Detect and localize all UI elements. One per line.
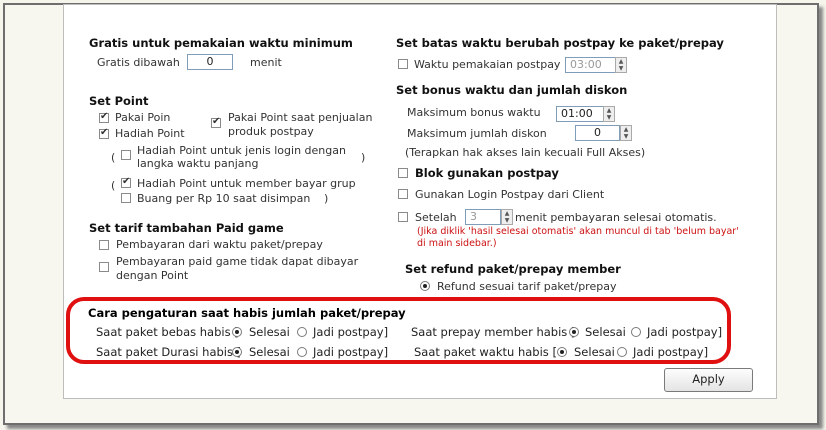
- after-minutes-input[interactable]: 3: [465, 209, 501, 225]
- postpay-usage-input[interactable]: 03:00: [565, 57, 616, 73]
- login-postpay-client-label: Gunakan Login Postpay dari Client: [415, 188, 605, 201]
- max-bonus-label: Maksimum bonus waktu: [407, 106, 541, 119]
- free-below-label: Gratis dibawah: [97, 56, 180, 69]
- paid-game-opt1-checkbox[interactable]: [99, 240, 109, 250]
- postpay-usage-spinner[interactable]: ▲ ▼: [615, 57, 627, 73]
- discard-point-label: Buang per Rp 10 saat disimpan: [137, 192, 311, 205]
- row-duration-done-label: Selesai: [249, 345, 290, 359]
- paid-game-opt2-label: Pembayaran paid game tidak dapat dibayar…: [116, 255, 359, 282]
- red-note-2: di main sidebar.): [417, 238, 497, 249]
- row-time-label: Saat paket waktu habis [: [414, 345, 557, 359]
- minute-label: menit: [250, 56, 282, 69]
- refund-option-label: Refund sesuai tarif paket/prepay: [437, 280, 617, 293]
- bonus-note: (Terapkan hak akses lain kecuali Full Ak…: [405, 146, 646, 159]
- row-duration-done-radio[interactable]: [232, 347, 242, 357]
- row-prepay-postpay-radio[interactable]: [631, 327, 641, 337]
- block-postpay-label: Blok gunakan postpay: [415, 166, 559, 180]
- discard-point-checkbox[interactable]: [121, 193, 131, 203]
- row-free-label: Saat paket bebas habis [: [96, 325, 239, 339]
- row-prepay-label: Saat prepay member habis [: [411, 325, 576, 339]
- row-time-postpay-radio[interactable]: [617, 347, 627, 357]
- paren-close-2: ): [324, 192, 329, 205]
- row-prepay-done-radio[interactable]: [569, 327, 579, 337]
- row-free-done-radio[interactable]: [232, 327, 242, 337]
- gift-point-login-label: Hadiah Point untuk jenis login dengan la…: [137, 144, 346, 170]
- login-postpay-client-checkbox[interactable]: [398, 189, 408, 199]
- row-duration-postpay-label: Jadi postpay]: [313, 345, 389, 359]
- use-point-checkbox[interactable]: [99, 111, 109, 123]
- paren-close-1: ): [361, 151, 366, 164]
- use-point-postpay-checkbox[interactable]: [211, 116, 221, 128]
- use-point-postpay-label: Pakai Point saat penjualan produk postpa…: [228, 111, 373, 138]
- auto-finish-checkbox[interactable]: [398, 212, 408, 222]
- max-discount-label: Maksimum jumlah diskon: [407, 127, 547, 140]
- free-below-input[interactable]: 0: [187, 54, 233, 70]
- gift-point-member-label: Hadiah Point untuk member bayar grup: [137, 177, 356, 190]
- exhausted-heading: Cara pengaturan saat habis jumlah paket/…: [88, 306, 406, 320]
- row-prepay-done-label: Selesai: [585, 325, 626, 339]
- min-time-heading: Gratis untuk pemakaian waktu minimum: [89, 36, 353, 50]
- after-label: Setelah: [415, 211, 457, 224]
- row-free-done-label: Selesai: [249, 325, 290, 339]
- refund-heading: Set refund paket/prepay member: [405, 262, 621, 276]
- after-minutes-spinner[interactable]: ▲ ▼: [501, 209, 513, 225]
- gift-point-member-checkbox[interactable]: [121, 176, 131, 188]
- paid-game-heading: Set tarif tambahan Paid game: [89, 221, 284, 235]
- max-discount-input[interactable]: 0: [575, 125, 620, 141]
- row-free-postpay-label: Jadi postpay]: [313, 325, 389, 339]
- postpay-limit-heading: Set batas waktu berubah postpay ke paket…: [396, 36, 724, 50]
- apply-button[interactable]: Apply: [664, 368, 753, 392]
- max-bonus-spinner[interactable]: ▲ ▼: [603, 106, 615, 122]
- postpay-usage-label: Waktu pemakaian postpay: [414, 58, 561, 71]
- row-time-postpay-label: Jadi postpay]: [633, 345, 709, 359]
- refund-radio[interactable]: [420, 281, 430, 291]
- block-postpay-checkbox[interactable]: [398, 168, 408, 178]
- after-suffix: menit pembayaran selesai otomatis.: [515, 211, 717, 224]
- row-prepay-postpay-label: Jadi postpay]: [647, 325, 723, 339]
- set-point-heading: Set Point: [89, 94, 149, 108]
- bonus-heading: Set bonus waktu dan jumlah diskon: [396, 83, 628, 97]
- row-free-postpay-radio[interactable]: [297, 327, 307, 337]
- paid-game-opt2-checkbox[interactable]: [99, 262, 109, 272]
- max-discount-spinner[interactable]: ▲ ▼: [620, 125, 632, 141]
- paren-open-2: (: [111, 179, 116, 192]
- row-duration-postpay-radio[interactable]: [297, 347, 307, 357]
- max-bonus-input[interactable]: 01:00: [556, 106, 604, 122]
- gift-point-login-checkbox[interactable]: [121, 150, 131, 160]
- row-duration-label: Saat paket Durasi habis [: [96, 345, 242, 359]
- paren-open-1: (: [111, 151, 116, 164]
- row-time-done-label: Selesai: [574, 345, 615, 359]
- gift-point-checkbox[interactable]: [99, 127, 109, 139]
- paid-game-opt1-label: Pembayaran dari waktu paket/prepay: [116, 238, 323, 251]
- row-time-done-radio[interactable]: [557, 347, 567, 357]
- postpay-usage-checkbox[interactable]: [398, 59, 408, 69]
- use-point-label: Pakai Poin: [115, 111, 171, 124]
- red-note-1: (Jika diklik 'hasil selesai otomatis' ak…: [417, 226, 739, 237]
- gift-point-label: Hadiah Point: [115, 127, 185, 140]
